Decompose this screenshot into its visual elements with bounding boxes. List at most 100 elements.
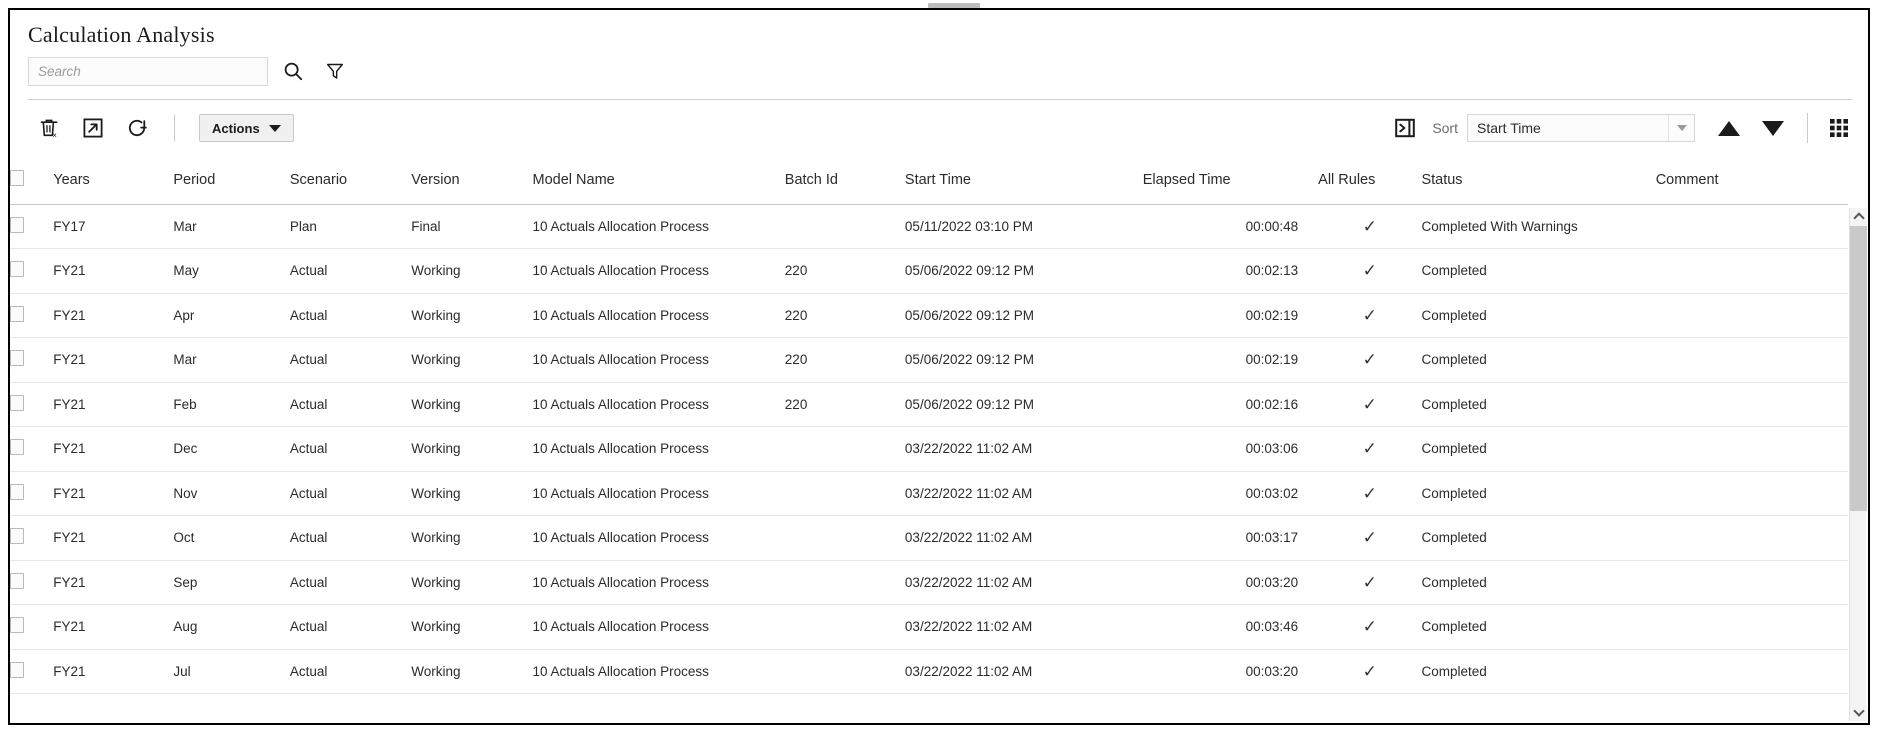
svg-text:×: ×	[52, 131, 57, 140]
cell-version: Working	[411, 293, 533, 338]
row-checkbox[interactable]	[10, 483, 24, 500]
row-checkbox[interactable]	[10, 439, 24, 456]
table-row[interactable]: FY21 Feb Actual Working 10 Actuals Allocatio…	[10, 382, 1848, 427]
cell-period: Mar	[173, 337, 290, 383]
sort-ascending-icon	[1718, 120, 1740, 136]
sort-ascending-button[interactable]	[1711, 112, 1747, 144]
row-checkbox[interactable]	[10, 528, 24, 545]
row-checkbox[interactable]	[10, 661, 24, 678]
row-checkbox[interactable]	[10, 305, 24, 322]
table-row[interactable]: FY21 Aug Actual Working 10 Actuals Allocatio…	[10, 604, 1848, 650]
actions-button[interactable]: Actions	[199, 114, 294, 142]
search-input[interactable]	[28, 56, 268, 86]
cell-elapsed-time: 00:03:20	[1142, 649, 1319, 694]
table-row[interactable]: FY21 Dec Actual Working 10 Actuals Allocatio…	[10, 426, 1848, 472]
cell-comment	[1655, 515, 1848, 561]
table-row[interactable]: FY21 Mar Actual Working 10 Actuals Allocatio…	[10, 337, 1848, 383]
cell-start-time: 05/06/2022 09:12 PM	[904, 293, 1143, 338]
cell-version: Working	[411, 560, 533, 605]
column-header-all-rules[interactable]: All Rules	[1318, 156, 1422, 205]
cell-status: Completed	[1421, 248, 1656, 294]
column-header-elapsed-time[interactable]: Elapsed Time	[1142, 156, 1319, 205]
chevron-up-icon	[1852, 212, 1865, 224]
delete-button[interactable]: ×	[36, 115, 62, 141]
sort-select[interactable]: Start Time	[1467, 114, 1695, 142]
column-header-model-name[interactable]: Model Name	[532, 156, 785, 205]
cell-scenario: Actual	[289, 515, 412, 561]
cell-all-rules: ✓	[1318, 382, 1422, 427]
show-panel-button[interactable]	[1392, 115, 1418, 141]
column-header-scenario[interactable]: Scenario	[289, 156, 412, 205]
chevron-down-icon	[268, 124, 281, 132]
row-checkbox[interactable]	[10, 261, 24, 278]
column-header-version[interactable]: Version	[411, 156, 533, 205]
row-checkbox[interactable]	[10, 394, 24, 411]
toolbar-left-group: × Actions	[36, 102, 294, 154]
scroll-up-button[interactable]	[1850, 208, 1867, 225]
cell-elapsed-time: 00:03:20	[1142, 560, 1319, 605]
grid-view-button[interactable]	[1828, 117, 1850, 139]
scroll-down-button[interactable]	[1850, 704, 1867, 721]
cell-years: FY21	[53, 382, 174, 427]
cell-period: Aug	[173, 604, 290, 650]
refresh-button[interactable]	[124, 115, 150, 141]
sort-select-arrow[interactable]	[1668, 115, 1694, 141]
search-row	[28, 56, 352, 86]
table-row[interactable]: FY21 Apr Actual Working 10 Actuals Allocatio…	[10, 293, 1848, 338]
row-checkbox[interactable]	[10, 350, 24, 367]
cell-batch-id	[784, 560, 905, 605]
cell-elapsed-time: 00:03:46	[1142, 604, 1319, 650]
cell-version: Working	[411, 515, 533, 561]
cell-years: FY21	[53, 471, 174, 516]
cell-start-time: 03/22/2022 11:02 AM	[904, 649, 1143, 694]
cell-model-name: 10 Actuals Allocation Process	[532, 426, 785, 472]
column-header-batch-id[interactable]: Batch Id	[784, 156, 905, 205]
select-all-checkbox[interactable]	[10, 169, 24, 186]
cell-period: Dec	[173, 426, 290, 472]
table-row[interactable]: FY21 Sep Actual Working 10 Actuals Allocatio…	[10, 560, 1848, 605]
table-row[interactable]: FY21 Nov Actual Working 10 Actuals Allocatio…	[10, 471, 1848, 516]
cell-elapsed-time: 00:03:17	[1142, 515, 1319, 561]
cell-model-name: 10 Actuals Allocation Process	[532, 337, 785, 383]
row-select-cell	[10, 382, 54, 427]
column-header-start-time[interactable]: Start Time	[904, 156, 1143, 205]
cell-batch-id	[784, 604, 905, 650]
column-header-years[interactable]: Years	[53, 156, 174, 205]
sort-descending-button[interactable]	[1755, 112, 1791, 144]
delete-icon: ×	[40, 119, 58, 140]
cell-scenario: Actual	[289, 248, 412, 294]
cell-period: Feb	[173, 382, 290, 427]
filter-button[interactable]	[318, 56, 352, 86]
vertical-scrollbar[interactable]	[1849, 208, 1867, 721]
grid-view-icon	[1830, 119, 1848, 137]
cell-all-rules: ✓	[1318, 248, 1422, 294]
scrollbar-thumb[interactable]	[1850, 226, 1867, 511]
table-row[interactable]: FY21 Jul Actual Working 10 Actuals Allocatio…	[10, 649, 1848, 694]
cell-status: Completed	[1421, 337, 1656, 383]
cell-comment	[1655, 560, 1848, 605]
cell-scenario: Actual	[289, 604, 412, 650]
column-header-comment[interactable]: Comment	[1655, 156, 1848, 205]
row-checkbox[interactable]	[10, 617, 24, 634]
cell-status: Completed	[1421, 649, 1656, 694]
table-row[interactable]: FY21 May Actual Working 10 Actuals Allocatio…	[10, 248, 1848, 294]
cell-elapsed-time: 00:02:19	[1142, 293, 1319, 338]
search-button[interactable]	[274, 56, 312, 86]
table-body: FY17 Mar Plan Final 10 Actuals Allocation Pr…	[10, 204, 1848, 694]
row-checkbox[interactable]	[10, 216, 24, 233]
cell-elapsed-time: 00:02:13	[1142, 248, 1319, 294]
row-select-cell	[10, 426, 54, 472]
row-checkbox[interactable]	[10, 572, 24, 589]
check-icon: ✓	[1362, 216, 1377, 236]
cell-all-rules: ✓	[1318, 515, 1422, 561]
cell-batch-id	[784, 471, 905, 516]
cell-model-name: 10 Actuals Allocation Process	[532, 604, 785, 650]
row-select-cell	[10, 337, 54, 383]
cell-start-time: 03/22/2022 11:02 AM	[904, 471, 1143, 516]
table-row[interactable]: FY21 Oct Actual Working 10 Actuals Allocatio…	[10, 515, 1848, 561]
search-icon	[284, 62, 303, 81]
column-header-status[interactable]: Status	[1421, 156, 1656, 205]
column-header-period[interactable]: Period	[173, 156, 290, 205]
export-button[interactable]	[80, 115, 106, 141]
table-row[interactable]: FY17 Mar Plan Final 10 Actuals Allocation Pr…	[10, 204, 1848, 249]
